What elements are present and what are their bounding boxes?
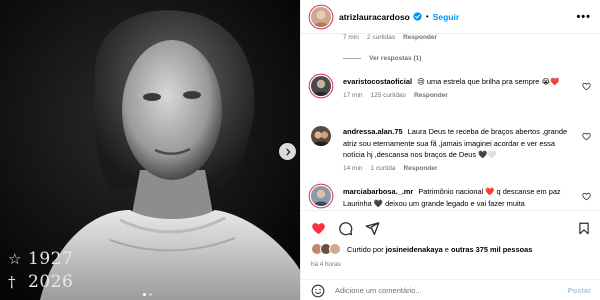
verified-badge-icon: [413, 12, 422, 21]
add-comment-bar: Postar: [301, 279, 600, 300]
comment-text-line: marciabarbosa._.mr Patrimônio nacional ❤…: [343, 186, 575, 209]
reply-button[interactable]: Responder: [403, 34, 437, 41]
comment-likes[interactable]: 1 curtida: [371, 165, 396, 172]
commenter-avatar[interactable]: [311, 76, 331, 96]
years-overlay: ☆ 1927 † 2026: [8, 248, 73, 294]
previous-comment-meta: 7 min 2 curtidas Responder: [343, 34, 437, 41]
avatar-photo: [311, 76, 331, 96]
comment-meta: 17 min 125 curtidas Responder: [343, 92, 575, 99]
comment-item: evaristocostaoficial 😢 uma estrela que b…: [311, 76, 591, 99]
header-separator: •: [425, 12, 429, 21]
likes-connector: e: [444, 244, 449, 254]
comment-body: andressa.alan.75 Laura Deus te receba de…: [343, 126, 575, 172]
comment-username[interactable]: evaristocostaoficial: [343, 77, 412, 86]
liker-avatars: [311, 243, 341, 255]
avatar-photo: [311, 186, 331, 206]
follow-button[interactable]: Seguir: [433, 12, 459, 22]
carousel-dot: [143, 293, 146, 296]
comment-time: 14 min: [343, 164, 363, 172]
carousel-dot: [149, 293, 152, 296]
comments-list[interactable]: 7 min 2 curtidas Responder Ver respostas…: [301, 34, 600, 210]
comment-likes[interactable]: 2 curtidas: [367, 34, 395, 41]
post-actions: Curtido por josineidenakaya e outras 375…: [301, 210, 600, 300]
birth-year-line: ☆ 1927: [8, 248, 73, 271]
comment-like-icon[interactable]: [582, 132, 591, 141]
comment-username[interactable]: marciabarbosa._.mr: [343, 187, 413, 196]
comment-icon[interactable]: [338, 221, 353, 236]
likes-others[interactable]: outras 375 mil pessoas: [451, 245, 532, 254]
comment-item: marciabarbosa._.mr Patrimônio nacional ❤…: [311, 186, 591, 209]
comment-body: marciabarbosa._.mr Patrimônio nacional ❤…: [343, 186, 575, 209]
see-replies-label: Ver respostas (1): [369, 55, 422, 62]
likes-summary[interactable]: Curtido por josineidenakaya e outras 375…: [311, 243, 532, 255]
reply-button[interactable]: Responder: [414, 92, 448, 99]
death-year: 2026: [28, 272, 74, 292]
commenter-avatar[interactable]: [311, 186, 331, 206]
likes-prefix: Curtido por: [347, 244, 384, 254]
reply-button[interactable]: Responder: [403, 165, 437, 172]
post-timestamp[interactable]: há 4 horas: [311, 261, 341, 268]
author-avatar[interactable]: [311, 6, 331, 27]
post-sidebar: atrizlauracardoso • Seguir ••• 7 min 2 c…: [300, 0, 600, 300]
comment-text: 😢 uma estrela que brilha pra sempre 😭❤️: [417, 77, 560, 86]
comment-meta: 14 min 1 curtida Responder: [343, 165, 575, 172]
share-icon[interactable]: [365, 221, 380, 236]
see-replies-button[interactable]: Ver respostas (1): [343, 55, 421, 62]
avatar-photo: [311, 6, 331, 27]
comment-text-line: evaristocostaoficial 😢 uma estrela que b…: [343, 76, 575, 88]
cross-icon: †: [8, 273, 16, 291]
post-header: atrizlauracardoso • Seguir •••: [301, 0, 600, 34]
like-heart-icon[interactable]: [311, 221, 326, 236]
comment-body: evaristocostaoficial 😢 uma estrela que b…: [343, 76, 575, 99]
commenter-avatar[interactable]: [311, 126, 331, 146]
comment-time: 17 min: [343, 91, 363, 99]
liker-username[interactable]: josineidenakaya: [386, 245, 443, 254]
carousel-next-button[interactable]: [279, 143, 296, 160]
comment-time: 7 min: [343, 34, 359, 41]
liker-avatar: [329, 243, 341, 255]
star-icon: ☆: [8, 250, 22, 268]
avatar-photo: [311, 126, 331, 146]
post-comment-button[interactable]: Postar: [568, 286, 591, 295]
bookmark-icon[interactable]: [577, 221, 591, 236]
comment-like-icon[interactable]: [582, 192, 591, 201]
replies-line: [343, 58, 361, 59]
carousel-indicator: [143, 293, 152, 296]
comment-text-line: andressa.alan.75 Laura Deus te receba de…: [343, 126, 575, 161]
chevron-right-icon: [285, 148, 290, 155]
emoji-icon[interactable]: [311, 284, 325, 298]
post-media[interactable]: ☆ 1927 † 2026: [0, 0, 300, 300]
comment-item: andressa.alan.75 Laura Deus te receba de…: [311, 126, 591, 172]
comment-input[interactable]: [335, 286, 568, 295]
more-options-button[interactable]: •••: [576, 11, 591, 23]
birth-year: 1927: [28, 249, 74, 269]
comment-likes[interactable]: 125 curtidas: [371, 92, 406, 99]
author-username[interactable]: atrizlauracardoso: [339, 12, 410, 22]
comment-like-icon[interactable]: [582, 82, 591, 91]
comment-username[interactable]: andressa.alan.75: [343, 127, 403, 136]
death-year-line: † 2026: [8, 271, 73, 294]
action-buttons: [311, 221, 380, 236]
